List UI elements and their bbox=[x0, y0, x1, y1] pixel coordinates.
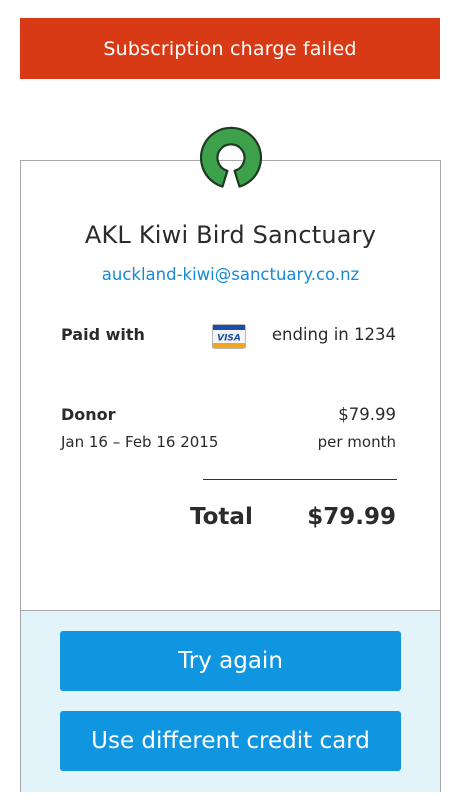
open-source-keyhole-logo-icon bbox=[199, 126, 263, 188]
error-message: Subscription charge failed bbox=[103, 37, 357, 60]
total-amount: $79.99 bbox=[307, 504, 396, 530]
try-again-button[interactable]: Try again bbox=[60, 631, 401, 691]
merchant-name: AKL Kiwi Bird Sanctuary bbox=[84, 221, 377, 249]
total-divider bbox=[203, 479, 397, 480]
merchant-email-link[interactable]: auckland-kiwi@sanctuary.co.nz bbox=[21, 265, 440, 284]
visa-card-icon: VISA bbox=[212, 324, 246, 349]
total-label: Total bbox=[190, 504, 253, 530]
visa-brand-text: VISA bbox=[217, 334, 241, 344]
card-ending-text: ending in 1234 bbox=[271, 325, 396, 344]
use-different-card-button[interactable]: Use different credit card bbox=[60, 711, 401, 771]
receipt-card: AKL Kiwi Bird Sanctuary auckland-kiwi@sa… bbox=[20, 160, 441, 792]
line-item-dates: Jan 16 – Feb 16 2015 bbox=[61, 433, 219, 451]
line-item-period: per month bbox=[317, 433, 396, 451]
line-item-name: Donor bbox=[61, 405, 116, 424]
line-item-price: $79.99 bbox=[338, 405, 396, 424]
actions-panel: Try again Use different credit card bbox=[21, 610, 440, 792]
paid-with-label: Paid with bbox=[61, 325, 145, 344]
error-banner: Subscription charge failed bbox=[20, 18, 440, 79]
